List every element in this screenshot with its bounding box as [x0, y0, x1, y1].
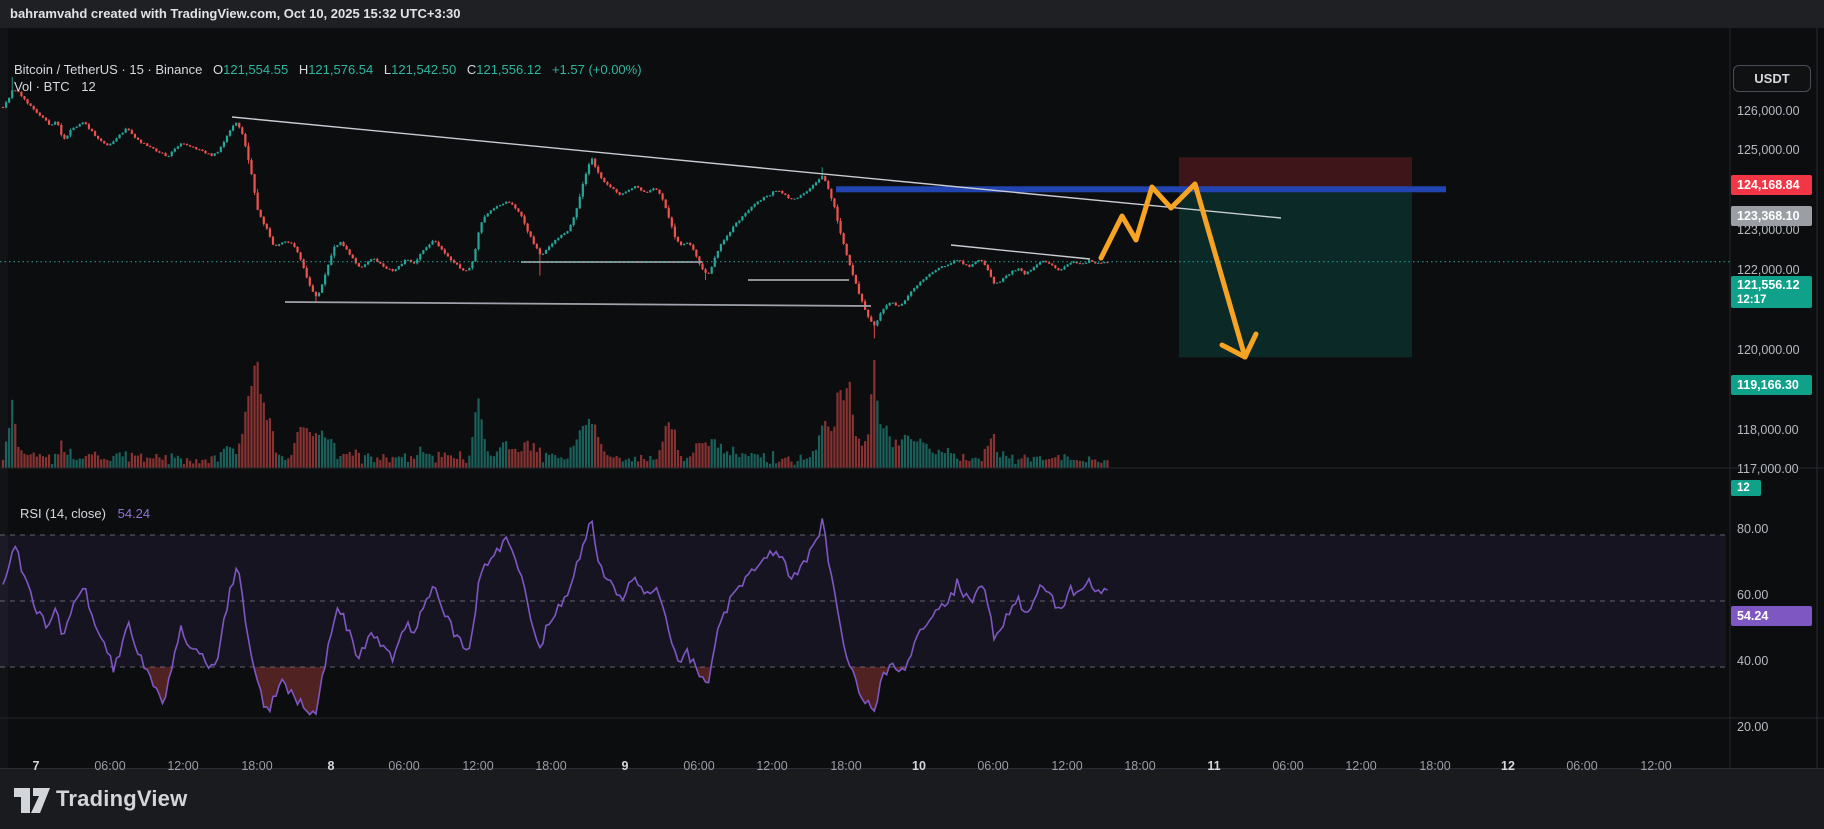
bottom-toolbar: TradingView: [0, 768, 1824, 829]
drawings: [0, 117, 1730, 357]
price-badge: 119,166.30: [1731, 375, 1812, 395]
low-value: 121,542.50: [391, 62, 456, 77]
time-label-hour: 06:00: [388, 759, 419, 773]
time-label-hour: 06:00: [1566, 759, 1597, 773]
volume-value: 12: [81, 79, 95, 94]
time-label-hour: 12:00: [1051, 759, 1082, 773]
symbol-legend[interactable]: Bitcoin / TetherUS · 15 · Binance O121,5…: [14, 62, 642, 77]
price-tick-label: 120,000.00: [1737, 343, 1800, 357]
open-value: 121,554.55: [223, 62, 288, 77]
high-label: H: [299, 62, 308, 77]
high-value: 121,576.54: [308, 62, 373, 77]
rsi-tick-label: 80.00: [1737, 522, 1768, 536]
rsi-legend[interactable]: RSI (14, close) 54.24: [20, 506, 150, 521]
time-label-day: 8: [328, 759, 335, 773]
currency-toggle-button[interactable]: USDT: [1733, 65, 1811, 92]
close-value: 121,556.12: [476, 62, 541, 77]
symbol-title: Bitcoin / TetherUS · 15 · Binance: [14, 62, 202, 77]
time-label-hour: 06:00: [977, 759, 1008, 773]
rsi-value: 54.24: [118, 506, 151, 521]
attribution-bar: bahramvahd created with TradingView.com,…: [0, 0, 1824, 28]
short-profit-zone: [1179, 189, 1412, 357]
trendline-2: [951, 245, 1090, 259]
time-label-hour: 12:00: [1640, 759, 1671, 773]
time-label-hour: 12:00: [756, 759, 787, 773]
attribution-text: bahramvahd created with TradingView.com,…: [10, 6, 461, 21]
time-label-hour: 18:00: [1419, 759, 1450, 773]
close-label: C: [467, 62, 476, 77]
rsi-label: RSI (14, close): [20, 506, 106, 521]
change-value: +1.57 (+0.00%): [552, 62, 642, 77]
price-tick-label: 117,000.00: [1737, 462, 1799, 476]
support-line-3: [285, 302, 871, 306]
candle-series: [2, 77, 1109, 339]
time-label-hour: 06:00: [683, 759, 714, 773]
price-badge: 12: [1731, 480, 1761, 496]
volume-legend[interactable]: Vol · BTC 12: [14, 79, 96, 94]
chart-area: Bitcoin / TetherUS · 15 · Binance O121,5…: [0, 28, 1824, 768]
time-label-hour: 12:00: [167, 759, 198, 773]
brand-name[interactable]: TradingView: [56, 786, 187, 812]
time-label-hour: 06:00: [94, 759, 125, 773]
price-badge: 54.24: [1731, 606, 1812, 626]
price-tick-label: 126,000.00: [1737, 104, 1800, 118]
price-tick-label: 122,000.00: [1737, 263, 1800, 277]
time-label-day: 12: [1501, 759, 1515, 773]
time-label-hour: 12:00: [1345, 759, 1376, 773]
time-label-hour: 18:00: [535, 759, 566, 773]
price-tick-label: 125,000.00: [1737, 143, 1800, 157]
time-label-day: 11: [1207, 759, 1220, 773]
time-label-hour: 18:00: [1124, 759, 1155, 773]
volume-label: Vol · BTC: [14, 79, 70, 94]
rsi-tick-label: 60.00: [1737, 588, 1768, 602]
time-label-day: 10: [912, 759, 926, 773]
chart-canvas[interactable]: [0, 28, 1824, 768]
time-label-day: 7: [33, 759, 40, 773]
time-label-hour: 18:00: [830, 759, 861, 773]
time-label-day: 9: [622, 759, 629, 773]
rsi-pane: [0, 519, 1726, 715]
trendline-1: [232, 117, 1281, 218]
time-label-hour: 12:00: [462, 759, 493, 773]
price-badge: 121,556.1212:17: [1731, 276, 1812, 308]
time-label-hour: 18:00: [241, 759, 272, 773]
price-tick-label: 118,000.00: [1737, 423, 1799, 437]
open-label: O: [213, 62, 223, 77]
price-badge: 124,168.84: [1731, 175, 1812, 195]
volume-series: [2, 360, 1109, 468]
price-badge: 123,368.10: [1731, 206, 1812, 226]
resistance-level-line: [836, 186, 1446, 192]
tradingview-logo-icon[interactable]: [13, 783, 51, 815]
rsi-tick-label: 20.00: [1737, 720, 1768, 734]
rsi-tick-label: 40.00: [1737, 654, 1768, 668]
time-label-hour: 06:00: [1272, 759, 1303, 773]
short-stop-zone: [1179, 157, 1412, 189]
